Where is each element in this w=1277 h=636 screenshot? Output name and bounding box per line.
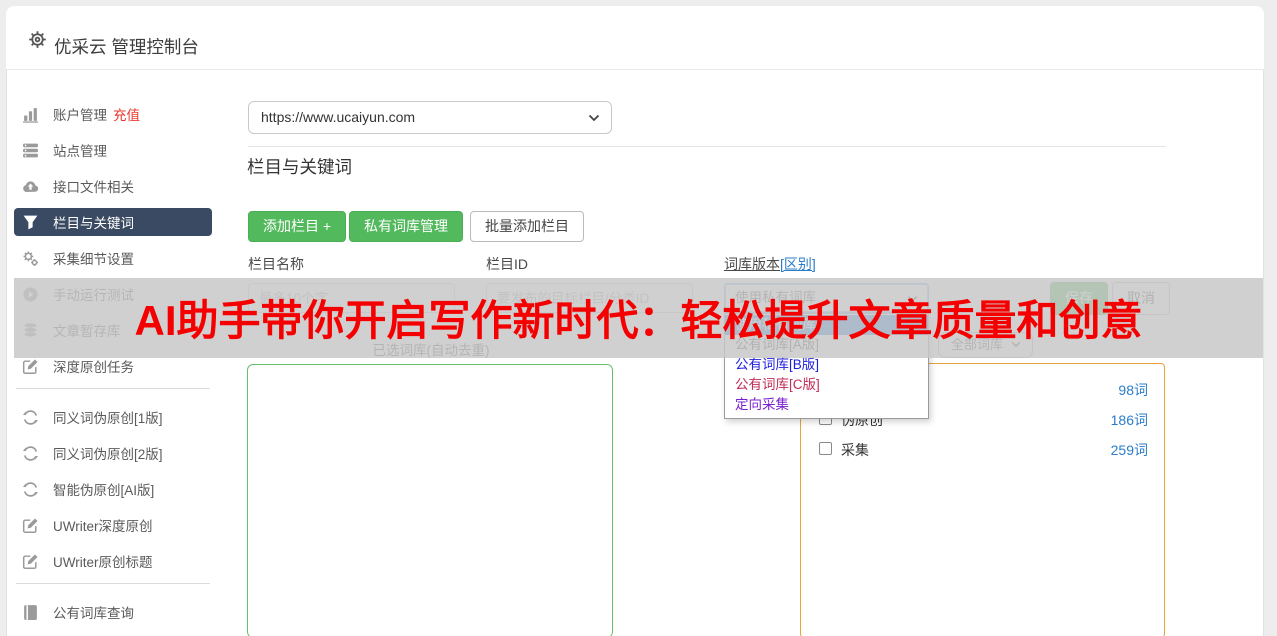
gears-icon [23,250,38,266]
page-title: 栏目与关键词 [247,157,352,177]
sidebar-item-synonym-v2[interactable]: 同义词伪原创[2版] [14,439,212,467]
sidebar-item-columns-keywords[interactable]: 栏目与关键词 [14,208,212,236]
chevron-down-icon [588,114,600,121]
sidebar-item-label: 账户管理 [53,108,107,123]
sidebar-item-label: 采集细节设置 [53,252,134,267]
sidebar-item-interface-files[interactable]: 接口文件相关 [14,172,212,200]
filter-icon [23,215,38,229]
sidebar-item-label: 接口文件相关 [53,180,134,195]
refresh-icon [22,409,39,425]
batch-add-column-button[interactable]: 批量添加栏目 [470,211,584,242]
book-icon [24,604,37,620]
sidebar-item-uwriter-deep[interactable]: UWriter深度原创 [14,511,212,539]
selected-thesaurus-box[interactable] [247,364,613,636]
sidebar-item-public-thesaurus-query[interactable]: 公有词库查询 [14,598,212,626]
sidebar-item-label: UWriter深度原创 [53,519,153,534]
sidebar-item-label: 智能伪原创[AI版] [53,483,155,498]
column-id-label: 栏目ID [486,256,528,272]
sidebar-item-account[interactable]: 账户管理 充值 [14,100,212,128]
server-icon [23,143,38,157]
collect-checkbox[interactable] [819,442,832,455]
sidebar-item-label: 栏目与关键词 [53,216,134,231]
thesaurus-version-label: 词库版本[区别] [724,256,816,272]
sidebar: 账户管理 充值 站点管理 接口文件相关 栏目与关键词 采集细节设置 手动运行测试… [14,100,212,634]
app-header: 优采云 管理控制台 [6,6,1264,70]
gear-icon [29,31,46,48]
dropdown-option-directed-collect[interactable]: 定向采集 [725,395,928,415]
sidebar-divider [16,388,210,389]
sidebar-item-label: 站点管理 [53,144,107,159]
thesaurus-row: 采集 259词 [801,438,1164,462]
app-window: 优采云 管理控制台 账户管理 充值 站点管理 接口文件相关 栏目与关键词 采集细… [0,0,1277,636]
sidebar-item-label: 公有词库查询 [53,606,134,621]
app-title: 优采云 管理控制台 [54,37,199,57]
private-thesaurus-button[interactable]: 私有词库管理 [349,211,463,242]
refresh-icon [22,481,39,497]
refresh-icon [22,445,39,461]
thesaurus-word-count: 98词 [1118,382,1148,398]
site-url-select[interactable]: https://www.ucaiyun.com [248,101,612,134]
recharge-link[interactable]: 充值 [113,104,140,124]
cloud-upload-icon [23,180,39,192]
sidebar-item-uwriter-title[interactable]: UWriter原创标题 [14,547,212,575]
thesaurus-word-count: 186词 [1110,412,1148,428]
sidebar-item-synonym-v1[interactable]: 同义词伪原创[1版] [14,403,212,431]
column-name-label: 栏目名称 [248,256,304,272]
thesaurus-word-count: 259词 [1110,442,1148,458]
sidebar-item-label: UWriter原创标题 [53,555,153,570]
ad-banner-text: AI助手带你开启写作新时代：轻松提升文章质量和创意 [134,297,1143,344]
version-difference-link[interactable]: [区别] [780,256,816,272]
section-divider [248,146,1166,147]
thesaurus-row-label: 采集 [841,442,869,458]
sidebar-item-collect-settings[interactable]: 采集细节设置 [14,244,212,272]
sidebar-item-sites[interactable]: 站点管理 [14,136,212,164]
bar-chart-icon [23,107,38,123]
edit-icon [22,553,38,569]
sidebar-item-label: 同义词伪原创[1版] [53,411,163,426]
sidebar-item-smart-ai[interactable]: 智能伪原创[AI版] [14,475,212,503]
add-column-button[interactable]: 添加栏目 + [248,211,347,242]
dropdown-option-public-c[interactable]: 公有词库[C版] [725,375,928,395]
ad-banner-overlay: AI助手带你开启写作新时代：轻松提升文章质量和创意 [14,278,1263,358]
sidebar-divider [16,583,210,584]
sidebar-item-label: 同义词伪原创[2版] [53,447,163,462]
site-url-value: https://www.ucaiyun.com [261,109,416,125]
edit-icon [22,517,38,533]
scrollbar[interactable] [1264,0,1277,636]
